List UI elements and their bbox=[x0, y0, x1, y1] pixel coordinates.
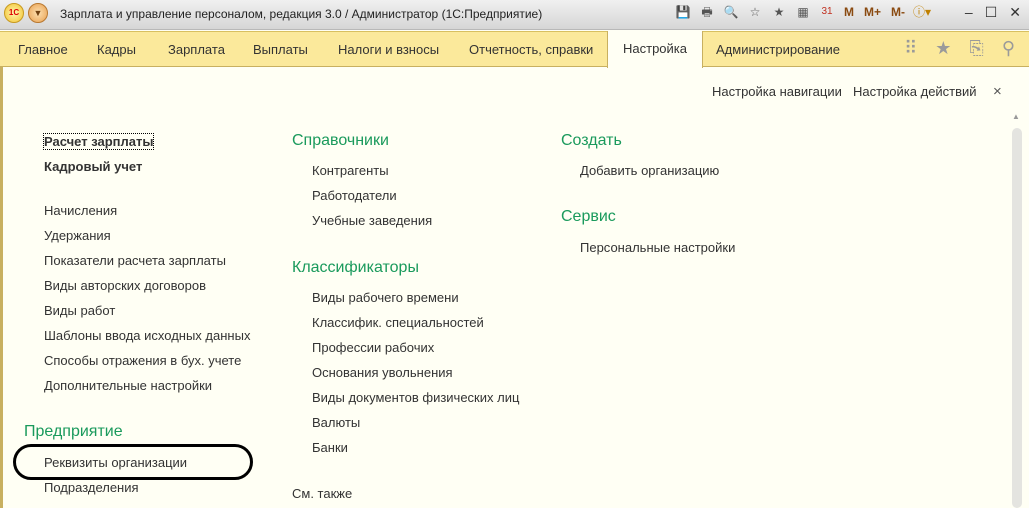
link-work-time-types[interactable]: Виды рабочего времени bbox=[312, 290, 459, 305]
preview-icon[interactable]: 🔍 bbox=[722, 3, 740, 21]
link-deductions[interactable]: Удержания bbox=[44, 228, 111, 243]
heading-create: Создать bbox=[561, 132, 622, 149]
link-employers[interactable]: Работодатели bbox=[312, 188, 397, 203]
link-accruals[interactable]: Начисления bbox=[44, 203, 117, 218]
all-functions-icon[interactable]: ⠿ bbox=[904, 38, 917, 59]
info-icon[interactable]: ⓘ▾ bbox=[913, 3, 931, 21]
link-counterparties[interactable]: Контрагенты bbox=[312, 163, 389, 178]
add-favorite-icon[interactable]: ☆ bbox=[746, 3, 764, 21]
section-main[interactable]: Главное bbox=[18, 42, 68, 57]
section-settings[interactable]: Настройка bbox=[607, 31, 703, 68]
link-hr-accounting[interactable]: Кадровый учет bbox=[44, 159, 142, 174]
memory-minus-button[interactable]: M- bbox=[889, 3, 907, 21]
favorites-icon[interactable]: ★ bbox=[770, 3, 788, 21]
link-banks[interactable]: Банки bbox=[312, 440, 348, 455]
memory-plus-button[interactable]: M+ bbox=[862, 3, 883, 21]
heading-classifiers: Классификаторы bbox=[292, 259, 419, 276]
heading-catalogs: Справочники bbox=[292, 132, 389, 149]
link-additional-settings[interactable]: Дополнительные настройки bbox=[44, 378, 212, 393]
title-bar: 1С ▼ Зарплата и управление персоналом, р… bbox=[0, 0, 1029, 30]
link-professions[interactable]: Профессии рабочих bbox=[312, 340, 434, 355]
vertical-scrollbar[interactable] bbox=[1012, 128, 1022, 508]
link-author-contracts[interactable]: Виды авторских договоров bbox=[44, 278, 206, 293]
link-dismissal-reasons[interactable]: Основания увольнения bbox=[312, 365, 453, 380]
minimize-icon[interactable]: – bbox=[965, 4, 973, 21]
link-accounting-reflection[interactable]: Способы отражения в бух. учете bbox=[44, 353, 241, 368]
close-window-icon[interactable]: ✕ bbox=[1009, 4, 1021, 21]
link-work-types[interactable]: Виды работ bbox=[44, 303, 115, 318]
maximize-icon[interactable]: ☐ bbox=[985, 4, 998, 21]
link-personal-settings[interactable]: Персональные настройки bbox=[580, 240, 735, 255]
left-border bbox=[0, 67, 3, 508]
link-templates[interactable]: Шаблоны ввода исходных данных bbox=[44, 328, 250, 343]
favorites-star-icon[interactable]: ★ bbox=[935, 38, 951, 59]
see-also-label: См. также bbox=[292, 486, 353, 501]
history-icon[interactable]: ⎘ bbox=[969, 38, 983, 59]
link-currencies[interactable]: Валюты bbox=[312, 415, 360, 430]
section-administration[interactable]: Администрирование bbox=[716, 42, 840, 57]
sections-panel: Главное Кадры Зарплата Выплаты Налоги и … bbox=[0, 31, 1029, 68]
heading-enterprise: Предприятие bbox=[24, 423, 123, 440]
section-hr[interactable]: Кадры bbox=[97, 42, 136, 57]
app-logo-icon[interactable]: 1С bbox=[4, 3, 24, 23]
print-icon[interactable]: 🖶 bbox=[698, 3, 716, 21]
memory-button[interactable]: M bbox=[842, 3, 856, 21]
link-indicators[interactable]: Показатели расчета зарплаты bbox=[44, 253, 226, 268]
save-icon[interactable]: 💾 bbox=[674, 3, 692, 21]
link-schools[interactable]: Учебные заведения bbox=[312, 213, 432, 228]
main-menu-dropdown-icon[interactable]: ▼ bbox=[28, 3, 48, 23]
actions-settings-link[interactable]: Настройка действий bbox=[853, 84, 977, 99]
link-payroll[interactable]: Расчет зарплаты bbox=[42, 133, 155, 150]
scroll-up-icon[interactable]: ▲ bbox=[1012, 112, 1020, 121]
link-departments[interactable]: Подразделения bbox=[44, 480, 139, 495]
highlight-oval bbox=[13, 444, 253, 480]
link-id-documents[interactable]: Виды документов физических лиц bbox=[312, 390, 519, 405]
close-icon[interactable]: × bbox=[993, 83, 1002, 100]
section-payments[interactable]: Выплаты bbox=[253, 42, 308, 57]
heading-service: Сервис bbox=[561, 208, 616, 225]
section-taxes[interactable]: Налоги и взносы bbox=[338, 42, 439, 57]
toolbar: 💾 🖶 🔍 ☆ ★ ▦ 31 M M+ M- ⓘ▾ bbox=[674, 3, 932, 21]
window-title: Зарплата и управление персоналом, редакц… bbox=[60, 7, 543, 21]
calculator-icon[interactable]: ▦ bbox=[794, 3, 812, 21]
section-reports[interactable]: Отчетность, справки bbox=[469, 42, 593, 57]
search-icon[interactable]: ⚲ bbox=[1002, 38, 1015, 59]
calendar-icon[interactable]: 31 bbox=[818, 3, 836, 21]
link-add-organization[interactable]: Добавить организацию bbox=[580, 163, 719, 178]
section-salary[interactable]: Зарплата bbox=[168, 42, 225, 57]
link-specialties[interactable]: Классифик. специальностей bbox=[312, 315, 484, 330]
navigation-settings-link[interactable]: Настройка навигации bbox=[712, 84, 842, 99]
